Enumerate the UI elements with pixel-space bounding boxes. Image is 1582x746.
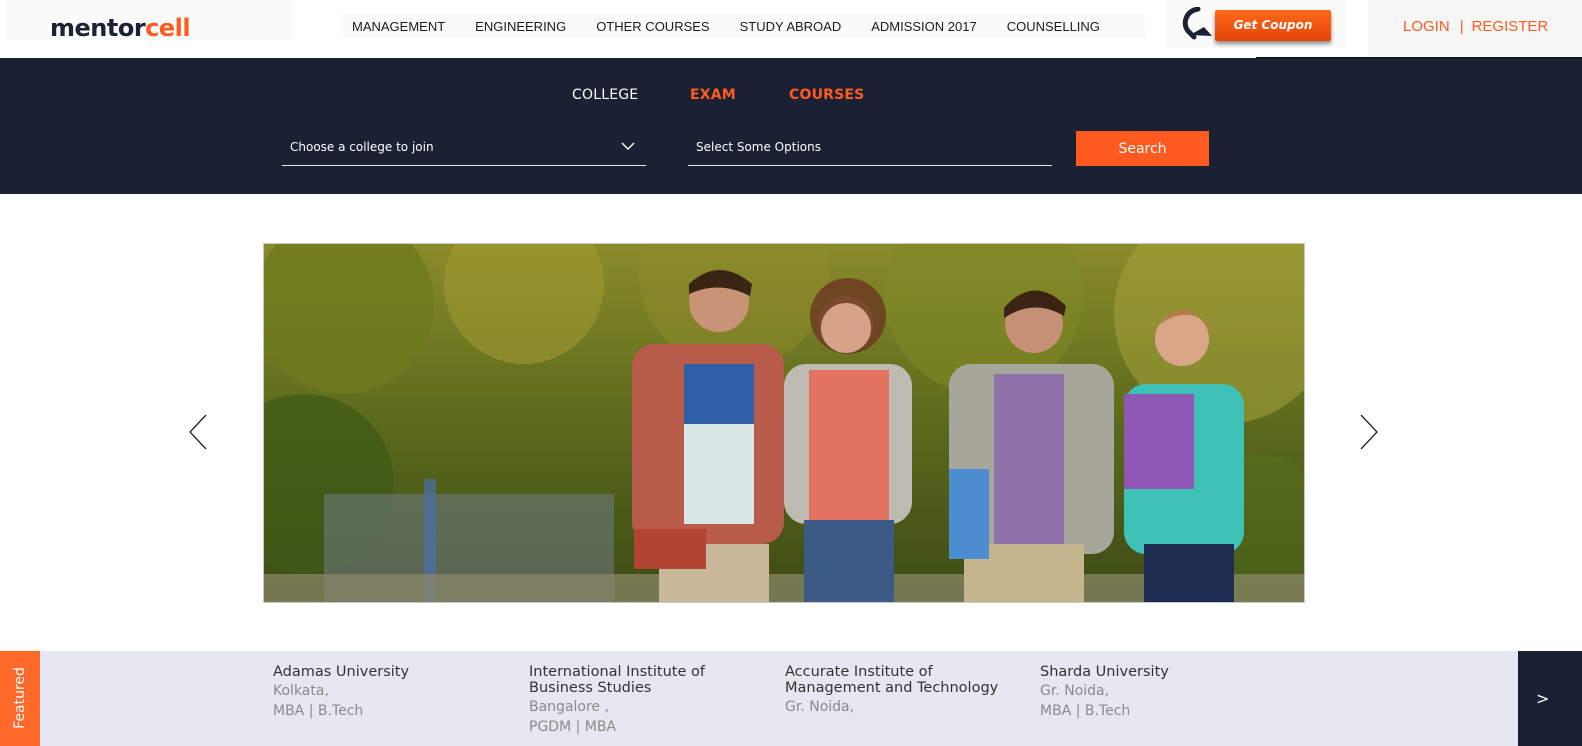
options-select[interactable]: Select Some Options <box>688 132 1052 166</box>
college-courses: MBA | B.Tech <box>1040 703 1131 719</box>
logo-container: mentorcell <box>6 0 293 42</box>
featured-strip: Featured Adamas University Kolkata, MBA … <box>0 651 1582 746</box>
get-coupon-button[interactable]: Get Coupon <box>1215 10 1331 41</box>
search-panel: COLLEGE EXAM COURSES Choose a college to… <box>0 58 1582 194</box>
college-name[interactable]: Adamas University <box>273 664 503 680</box>
site-logo[interactable]: mentorcell <box>50 14 191 42</box>
nav-other-courses[interactable]: OTHER COURSES <box>581 14 724 38</box>
nav-counselling[interactable]: COUNSELLING <box>992 14 1115 38</box>
main-nav: MANAGEMENT ENGINEERING OTHER COURSES STU… <box>342 14 1145 38</box>
college-name[interactable]: Sharda University <box>1040 664 1270 680</box>
tab-courses[interactable]: COURSES <box>789 87 864 103</box>
auth-separator: | <box>1459 18 1464 35</box>
college-city: Gr. Noida, <box>785 699 855 715</box>
featured-card[interactable]: Accurate Institute of Management and Tec… <box>785 664 1015 717</box>
login-link[interactable]: LOGIN <box>1403 18 1450 35</box>
site-header: mentorcell MANAGEMENT ENGINEERING OTHER … <box>0 0 1582 60</box>
college-select-value: Choose a college to join <box>290 140 434 154</box>
options-select-value: Select Some Options <box>696 140 821 154</box>
tab-exam[interactable]: EXAM <box>690 87 736 103</box>
nav-engineering[interactable]: ENGINEERING <box>460 14 581 38</box>
featured-card[interactable]: Adamas University Kolkata, MBA | B.Tech <box>273 664 503 721</box>
tab-college[interactable]: COLLEGE <box>572 87 638 103</box>
chevron-left-icon[interactable] <box>187 414 209 450</box>
college-city: Bangalore , <box>529 699 609 715</box>
students-photo <box>264 244 1304 602</box>
hero-slide-image <box>263 243 1305 603</box>
college-city: Kolkata, <box>273 683 329 699</box>
college-select[interactable]: Choose a college to join <box>282 132 646 166</box>
curved-arrow-icon <box>1182 7 1212 40</box>
nav-management[interactable]: MANAGEMENT <box>342 14 460 38</box>
featured-card[interactable]: International Institute of Business Stud… <box>529 664 759 737</box>
featured-card[interactable]: Sharda University Gr. Noida, MBA | B.Tec… <box>1040 664 1270 721</box>
logo-text-cell: cell <box>145 14 191 42</box>
college-courses: MBA | B.Tech <box>273 703 364 719</box>
register-link[interactable]: REGISTER <box>1472 18 1549 35</box>
college-courses: PGDM | MBA <box>529 719 617 735</box>
featured-label: Featured <box>12 667 28 729</box>
logo-text-mentor: mentor <box>50 14 146 42</box>
chevron-down-icon <box>621 142 635 150</box>
nav-admission-2017[interactable]: ADMISSION 2017 <box>856 14 992 38</box>
search-button[interactable]: Search <box>1076 131 1209 166</box>
auth-links: LOGIN | REGISTER <box>1368 0 1582 56</box>
featured-next-button[interactable]: > <box>1518 651 1582 746</box>
nav-study-abroad[interactable]: STUDY ABROAD <box>725 14 857 38</box>
featured-tab: Featured <box>0 651 40 746</box>
college-name[interactable]: Accurate Institute of Management and Tec… <box>785 664 1015 696</box>
college-city: Gr. Noida, <box>1040 683 1110 699</box>
chevron-right-icon[interactable] <box>1358 414 1380 450</box>
coupon-area: Get Coupon <box>1166 0 1346 48</box>
college-name[interactable]: International Institute of Business Stud… <box>529 664 759 696</box>
